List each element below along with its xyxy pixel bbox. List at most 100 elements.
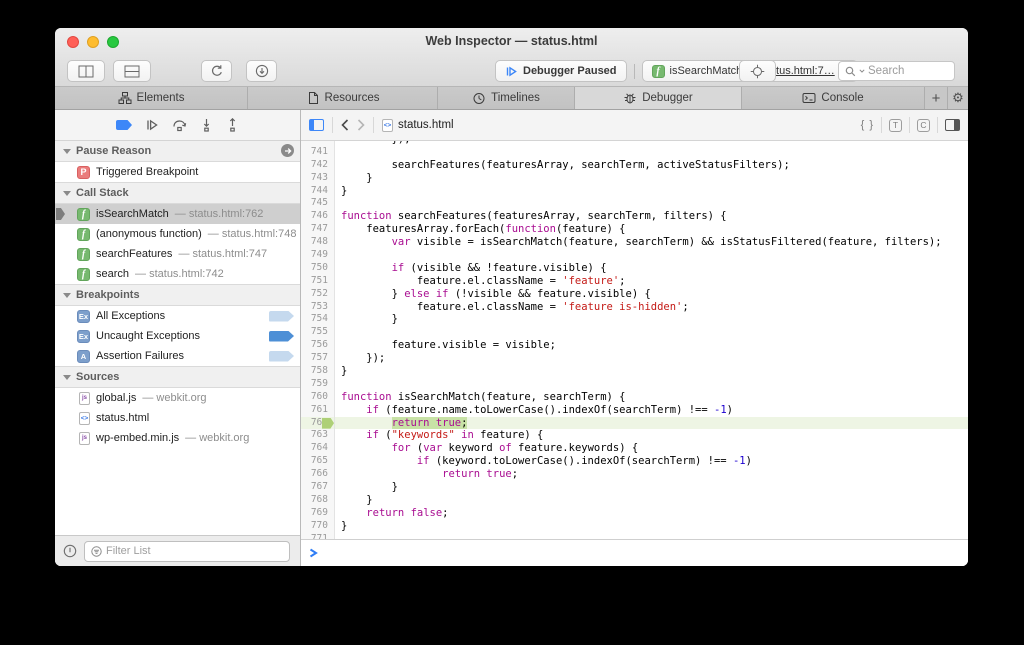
call-stack-frame[interactable]: fsearchFeatures — status.html:747	[55, 244, 300, 264]
line-number-gutter[interactable]: 763	[301, 429, 335, 442]
code-line: 751 feature.el.className = 'feature';	[301, 275, 968, 288]
breakpoint-toggle[interactable]	[269, 311, 294, 322]
line-number-gutter[interactable]: 762	[301, 417, 335, 430]
code-text: feature.el.className = 'feature';	[335, 275, 968, 288]
line-number-gutter[interactable]: 770	[301, 520, 335, 533]
code-text: feature.visible = visible;	[335, 339, 968, 352]
line-number-gutter[interactable]: 768	[301, 494, 335, 507]
search-input[interactable]: Search	[838, 61, 955, 81]
source-item[interactable]: <>status.html	[55, 408, 300, 428]
line-number-gutter[interactable]: 745	[301, 197, 335, 210]
line-number-gutter[interactable]: 751	[301, 275, 335, 288]
line-number-gutter[interactable]: 759	[301, 378, 335, 391]
line-number-gutter[interactable]: 750	[301, 262, 335, 275]
call-stack-frame[interactable]: fisSearchMatch — status.html:762	[55, 204, 300, 224]
call-stack-header[interactable]: Call Stack	[55, 182, 300, 204]
sources-header[interactable]: Sources	[55, 366, 300, 388]
breakpoint-label: Uncaught Exceptions	[96, 330, 200, 342]
tab-elements[interactable]: Elements	[55, 87, 248, 109]
call-stack-frame[interactable]: fsearch — status.html:742	[55, 264, 300, 284]
line-number-gutter[interactable]: 741	[301, 146, 335, 159]
search-scope-chevron-icon	[859, 69, 865, 73]
quick-console[interactable]	[301, 539, 968, 566]
step-out-icon[interactable]	[226, 118, 239, 132]
forward-button[interactable]	[357, 119, 365, 131]
settings-button[interactable]: ⚙	[948, 87, 968, 109]
breakpoint-row[interactable]: ExUncaught Exceptions	[55, 326, 300, 346]
line-number-gutter[interactable]: 757	[301, 352, 335, 365]
line-number-gutter[interactable]: 752	[301, 288, 335, 301]
breakpoint-row[interactable]: AAssertion Failures	[55, 346, 300, 366]
dock-side-button[interactable]	[67, 60, 105, 82]
line-number-gutter[interactable]: 758	[301, 365, 335, 378]
frame-location: — status.html:742	[135, 268, 224, 280]
console-prompt-icon	[309, 548, 318, 558]
debugger-paused-button[interactable]: Debugger Paused	[495, 60, 627, 82]
element-picker-button[interactable]	[739, 60, 776, 82]
code-text	[335, 197, 968, 210]
tab-console[interactable]: Console	[742, 87, 925, 109]
toggle-right-sidebar-icon[interactable]	[945, 119, 960, 131]
line-number-gutter[interactable]: 744	[301, 185, 335, 198]
tab-timelines[interactable]: Timelines	[438, 87, 575, 109]
line-number-gutter[interactable]: 766	[301, 468, 335, 481]
code-line: 741	[301, 146, 968, 159]
frame-location: — status.html:762	[175, 208, 264, 220]
tab-debugger[interactable]: Debugger	[575, 87, 742, 109]
source-item[interactable]: jsglobal.js — webkit.org	[55, 388, 300, 408]
breakpoints-header[interactable]: Breakpoints	[55, 284, 300, 306]
back-button[interactable]	[341, 119, 349, 131]
pause-reason-item[interactable]: P Triggered Breakpoint	[55, 162, 300, 182]
step-into-icon[interactable]	[200, 118, 213, 132]
inspector-body: Pause Reason P Triggered Breakpoint Call…	[55, 110, 968, 566]
breadcrumb-file[interactable]: <> status.html	[382, 119, 454, 132]
line-number-gutter[interactable]: 755	[301, 326, 335, 339]
line-number-gutter[interactable]: 760	[301, 391, 335, 404]
code-text: }	[335, 172, 968, 185]
toggle-left-sidebar-icon[interactable]	[309, 119, 324, 131]
line-number-gutter[interactable]: 742	[301, 159, 335, 172]
reload-button[interactable]	[201, 60, 232, 82]
line-number-gutter[interactable]: 764	[301, 442, 335, 455]
new-tab-button[interactable]: +	[925, 87, 948, 109]
line-number-gutter[interactable]: 765	[301, 455, 335, 468]
breakpoint-toggle[interactable]	[269, 331, 294, 342]
filter-list-input[interactable]: Filter List	[84, 541, 290, 562]
line-number-gutter[interactable]: 743	[301, 172, 335, 185]
breakpoint-toggle[interactable]	[269, 351, 294, 362]
line-number-gutter[interactable]: 756	[301, 339, 335, 352]
line-number-gutter[interactable]: 761	[301, 404, 335, 417]
exceptions-info-icon[interactable]	[63, 544, 77, 558]
line-number-gutter[interactable]: 754	[301, 313, 335, 326]
type-profiler-icon[interactable]: T	[889, 119, 902, 132]
line-number-gutter[interactable]: 747	[301, 223, 335, 236]
code-text: } else if (!visible && feature.visible) …	[335, 288, 968, 301]
pretty-print-icon[interactable]: { }	[861, 119, 874, 131]
breakpoints-toggle-icon[interactable]	[116, 120, 132, 130]
line-number-gutter[interactable]: 753	[301, 301, 335, 314]
line-number-gutter[interactable]: 748	[301, 236, 335, 249]
line-number-gutter[interactable]: 769	[301, 507, 335, 520]
download-button[interactable]	[246, 60, 277, 82]
line-number-gutter[interactable]: 771	[301, 533, 335, 539]
line-number-gutter[interactable]: 767	[301, 481, 335, 494]
debugger-icon	[623, 91, 637, 105]
dock-bottom-button[interactable]	[113, 60, 151, 82]
source-code-editor[interactable]: 740 });741742 searchFeatures(featuresArr…	[301, 141, 968, 539]
step-over-icon[interactable]	[172, 118, 187, 132]
goto-breakpoint-icon[interactable]	[281, 144, 294, 157]
tab-resources[interactable]: Resources	[248, 87, 438, 109]
call-stack-frame[interactable]: f(anonymous function) — status.html:748	[55, 224, 300, 244]
line-number-gutter[interactable]: 746	[301, 210, 335, 223]
code-text: searchFeatures(featuresArray, searchTerm…	[335, 159, 968, 172]
code-coverage-icon[interactable]: C	[917, 119, 930, 132]
breakpoint-label: Assertion Failures	[96, 350, 184, 362]
line-number-gutter[interactable]: 749	[301, 249, 335, 262]
pause-reason-header[interactable]: Pause Reason	[55, 141, 300, 162]
tab-label: Resources	[325, 92, 380, 104]
timelines-icon	[472, 91, 486, 105]
source-item[interactable]: jswp-embed.min.js — webkit.org	[55, 428, 300, 448]
breakpoint-row[interactable]: ExAll Exceptions	[55, 306, 300, 326]
pause-resume-icon[interactable]	[145, 118, 159, 132]
debugger-controls	[55, 110, 300, 141]
